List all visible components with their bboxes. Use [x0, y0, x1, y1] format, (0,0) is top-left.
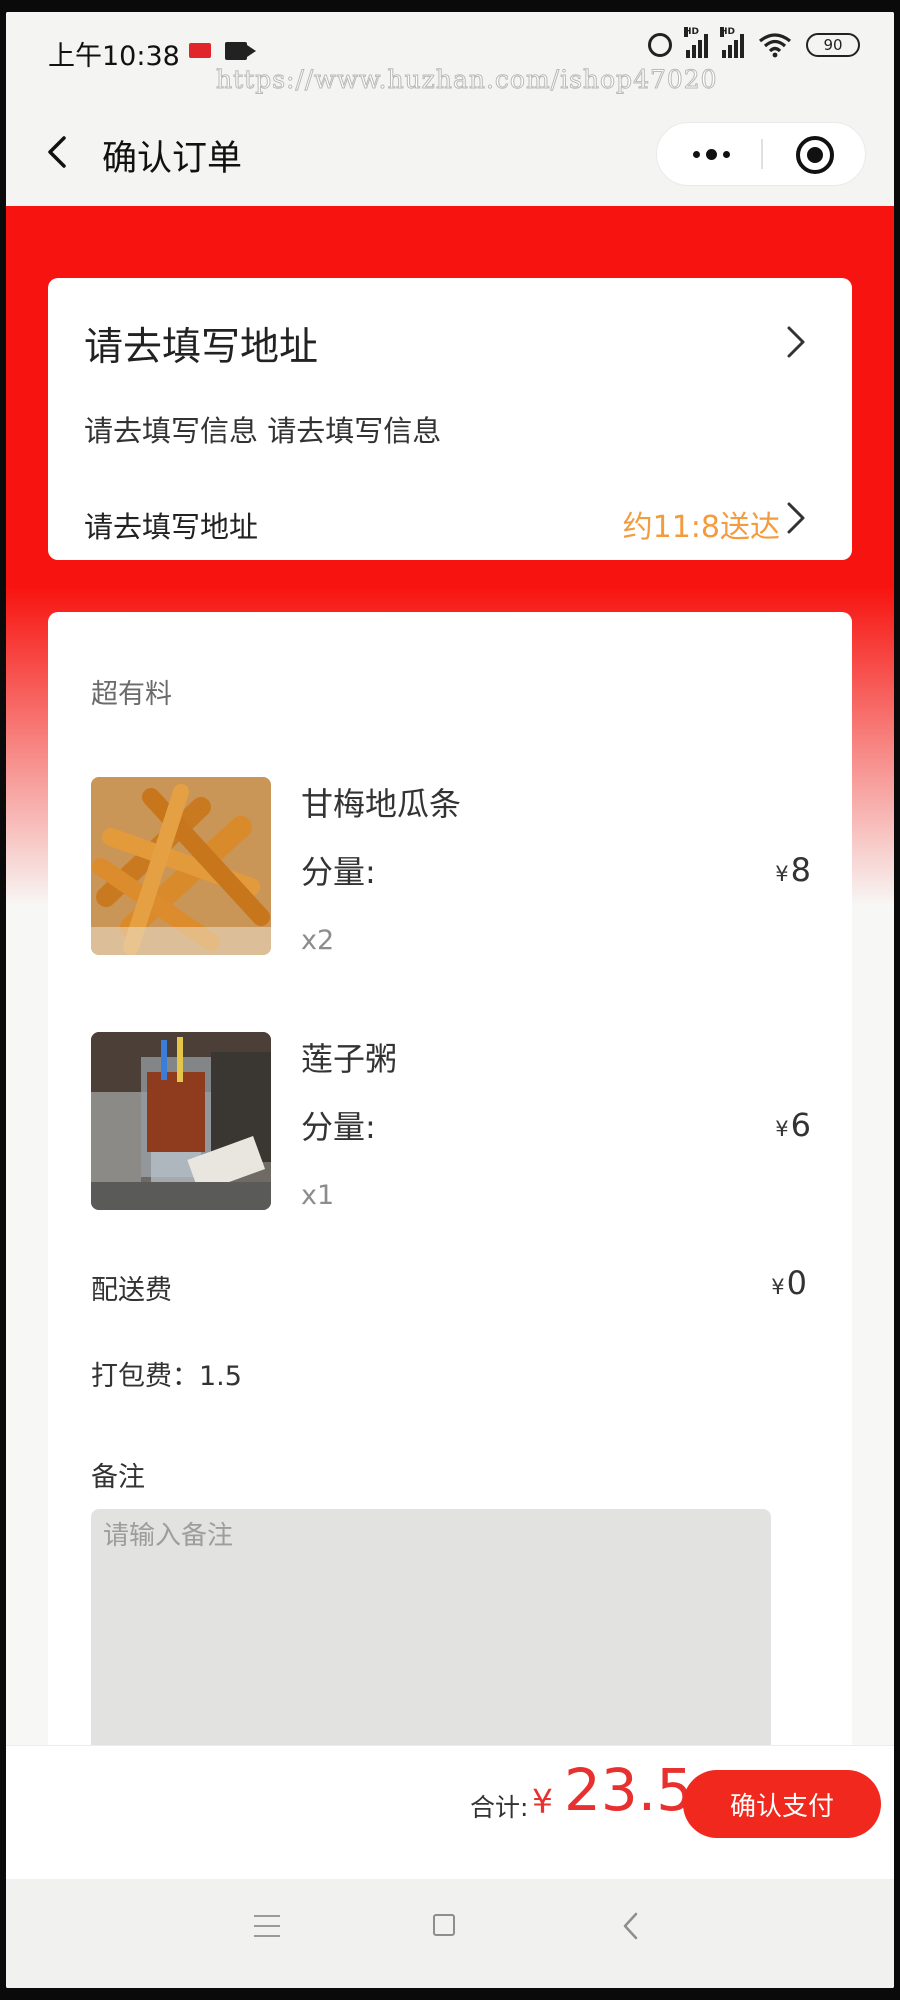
item-name: 甘梅地瓜条: [301, 785, 462, 823]
mini-program-capsule: [656, 122, 866, 186]
hd-signal-icon: HD: [684, 27, 708, 58]
wifi-icon: [759, 33, 791, 58]
page-title: 确认订单: [102, 139, 243, 179]
capsule-divider: [761, 139, 763, 169]
item-portion-label: 分量:: [301, 853, 376, 891]
total-amount: 23.5: [564, 1756, 694, 1824]
status-time: 上午10:38: [48, 41, 180, 72]
target-icon[interactable]: [796, 136, 834, 174]
food-image: [91, 777, 271, 955]
watermark: https://www.huzhan.com/ishop47020: [216, 65, 718, 95]
list-item: 莲子粥 分量: x1 ¥6: [91, 1032, 811, 1212]
address-title: 请去填写地址: [84, 325, 319, 370]
item-quantity: x1: [301, 1180, 335, 1211]
food-image: [91, 1032, 271, 1210]
item-name: 莲子粥: [301, 1040, 398, 1078]
shop-name: 超有料: [91, 679, 172, 710]
nav-bar: 确认订单: [6, 102, 894, 206]
back-arrow-icon[interactable]: [40, 132, 80, 172]
video-camera-icon: [225, 42, 256, 60]
checkout-bar: 合计: ¥ 23.5 确认支付: [6, 1745, 894, 1880]
item-price: ¥6: [775, 1106, 811, 1144]
phone-screen: 上午10:38 https://www.huzhan.com/ishop4702…: [6, 12, 894, 1988]
more-dots-icon[interactable]: [681, 123, 741, 185]
address-footer-label: 请去填写地址: [84, 510, 259, 544]
menu-icon[interactable]: [254, 1915, 280, 1937]
address-card[interactable]: 请去填写地址 请去填写信息 请去填写信息 请去填写地址 约11:8送达: [48, 278, 852, 560]
alarm-icon: [648, 33, 672, 57]
delivery-fee-label: 配送费: [91, 1275, 172, 1306]
confirm-pay-button[interactable]: 确认支付: [683, 1770, 881, 1838]
list-item: 甘梅地瓜条 分量: x2 ¥8: [91, 777, 811, 957]
status-icons: HD HD 90: [648, 27, 860, 58]
item-quantity: x2: [301, 925, 335, 956]
chevron-right-icon[interactable]: [781, 500, 809, 536]
battery-icon: 90: [806, 33, 860, 57]
back-icon[interactable]: [619, 1909, 643, 1943]
status-bar: 上午10:38 https://www.huzhan.com/ishop4702…: [6, 12, 894, 102]
remark-label: 备注: [91, 1462, 145, 1493]
chevron-right-icon[interactable]: [781, 324, 809, 360]
address-subtitle: 请去填写信息 请去填写信息: [84, 414, 442, 448]
order-card: 超有料 甘梅地瓜条 分量: x2 ¥8 莲子粥 分量: x1 ¥6 配送费 ¥0…: [48, 612, 852, 1812]
packing-fee: 打包费：1.5: [91, 1361, 242, 1392]
hd-signal-icon: HD: [720, 27, 744, 58]
content-area: 请去填写地址 请去填写信息 请去填写信息 请去填写地址 约11:8送达 超有料: [6, 206, 894, 1812]
item-price: ¥8: [775, 851, 811, 889]
remark-input[interactable]: [91, 1509, 771, 1769]
delivery-eta[interactable]: 约11:8送达: [623, 502, 780, 546]
home-square-icon[interactable]: [433, 1914, 455, 1936]
item-portion-label: 分量:: [301, 1108, 376, 1146]
delivery-fee-value: ¥0: [771, 1264, 807, 1302]
red-notification-icon: [189, 43, 211, 58]
system-nav-bar: [6, 1879, 894, 1988]
total-currency: ¥: [532, 1782, 553, 1821]
total-label: 合计:: [470, 1793, 529, 1822]
